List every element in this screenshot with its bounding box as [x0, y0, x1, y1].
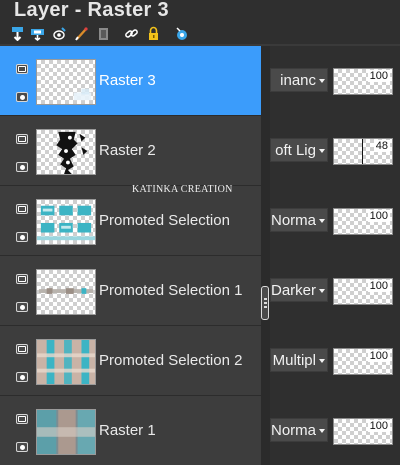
visibility-icon[interactable]: [16, 302, 28, 312]
blend-mode-value: inanc: [280, 72, 316, 89]
layer-row-promoted-selection-2[interactable]: Promoted Selection 2: [0, 326, 261, 396]
layer-props-promoted-selection: Norma 100: [270, 186, 400, 256]
layer-thumbnail: [36, 339, 96, 385]
paint-icon[interactable]: [74, 26, 89, 41]
visibility-icon[interactable]: [16, 92, 28, 102]
layer-mask-icon[interactable]: [16, 64, 28, 74]
blend-mode-dropdown[interactable]: oft Lig: [270, 138, 328, 162]
layer-props-raster-2: oft Lig 48: [270, 116, 400, 186]
layer-thumbnail: [36, 129, 96, 175]
chevron-down-icon: [319, 149, 325, 153]
layer-mask-icon[interactable]: [16, 414, 28, 424]
opacity-slider[interactable]: 100: [333, 418, 393, 445]
link-icon-2[interactable]: [124, 26, 139, 41]
blend-mode-value: Darker: [270, 282, 316, 299]
delete-layer-icon[interactable]: [96, 26, 111, 41]
layer-name: Promoted Selection: [99, 212, 230, 229]
layer-name: Promoted Selection 2: [99, 352, 243, 369]
opacity-slider[interactable]: 100: [333, 348, 393, 375]
layer-row-raster-3[interactable]: Raster 3: [0, 46, 261, 116]
layer-name: Raster 2: [99, 142, 156, 159]
layer-mask-icon[interactable]: [16, 274, 28, 284]
opacity-marker: [362, 139, 363, 164]
blend-mode-value: Norma: [270, 212, 316, 229]
opacity-slider[interactable]: 100: [333, 278, 393, 305]
layer-props-promoted-selection-1: Darker 100: [270, 256, 400, 326]
blend-mode-dropdown[interactable]: Multipl: [270, 348, 328, 372]
blend-mode-dropdown[interactable]: inanc: [270, 68, 328, 92]
new-layer-icon[interactable]: [10, 26, 25, 41]
chevron-down-icon: [319, 359, 325, 363]
layers-list: Raster 3 Raster 2 Promoted Selection Pro…: [0, 46, 270, 465]
new-mask-icon[interactable]: [30, 26, 45, 41]
panel-title: Layer - Raster 3: [14, 0, 169, 21]
layer-props-raster-3: inanc 100: [270, 46, 400, 116]
visibility-icon[interactable]: [16, 372, 28, 382]
visibility-icon[interactable]: [16, 232, 28, 242]
layer-name: Raster 3: [99, 72, 156, 89]
opacity-slider[interactable]: 48: [333, 138, 393, 165]
panel-divider: [261, 46, 270, 465]
blend-mode-value: Multipl: [272, 352, 316, 369]
opacity-value: 100: [367, 420, 390, 432]
layer-props-raster-1: Norma 100: [270, 396, 400, 465]
chevron-down-icon: [319, 429, 325, 433]
opacity-value: 48: [373, 140, 390, 152]
blend-mode-dropdown[interactable]: Norma: [270, 208, 328, 232]
divider-drag-handle[interactable]: [261, 286, 269, 320]
chevron-down-icon: [319, 79, 325, 83]
opacity-slider[interactable]: 100: [333, 68, 393, 95]
visibility-icon[interactable]: [174, 26, 189, 41]
layer-mask-icon[interactable]: [16, 344, 28, 354]
visibility-icon[interactable]: [16, 162, 28, 172]
layer-toolbar: [0, 24, 400, 44]
link-icon-1[interactable]: [52, 26, 67, 41]
layer-props-promoted-selection-2: Multipl 100: [270, 326, 400, 396]
visibility-icon[interactable]: [16, 442, 28, 452]
opacity-value: 100: [367, 350, 390, 362]
title-bar: Layer - Raster 3: [0, 0, 400, 26]
layer-row-raster-2[interactable]: Raster 2: [0, 116, 261, 186]
blend-mode-value: Norma: [270, 422, 316, 439]
layer-properties-panel: inanc 100 oft Lig 48 Norma 100 Darker 10…: [270, 46, 400, 465]
chevron-down-icon: [319, 289, 325, 293]
layer-row-promoted-selection[interactable]: Promoted Selection: [0, 186, 261, 256]
opacity-value: 100: [367, 70, 390, 82]
opacity-slider[interactable]: 100: [333, 208, 393, 235]
opacity-value: 100: [367, 210, 390, 222]
layer-row-promoted-selection-1[interactable]: Promoted Selection 1: [0, 256, 261, 326]
layer-thumbnail: [36, 269, 96, 315]
layer-thumbnail: [36, 409, 96, 455]
blend-mode-dropdown[interactable]: Norma: [270, 418, 328, 442]
blend-mode-value: oft Lig: [275, 142, 316, 159]
watermark-text: KATINKA CREATION: [132, 184, 233, 195]
layer-row-raster-1[interactable]: Raster 1: [0, 396, 261, 465]
blend-mode-dropdown[interactable]: Darker: [270, 278, 328, 302]
layer-mask-icon[interactable]: [16, 204, 28, 214]
lock-icon[interactable]: [146, 26, 161, 41]
layer-name: Promoted Selection 1: [99, 282, 243, 299]
layer-mask-icon[interactable]: [16, 134, 28, 144]
layer-thumbnail: [36, 59, 96, 105]
layer-thumbnail: [36, 199, 96, 245]
layer-name: Raster 1: [99, 422, 156, 439]
chevron-down-icon: [319, 219, 325, 223]
opacity-value: 100: [367, 280, 390, 292]
